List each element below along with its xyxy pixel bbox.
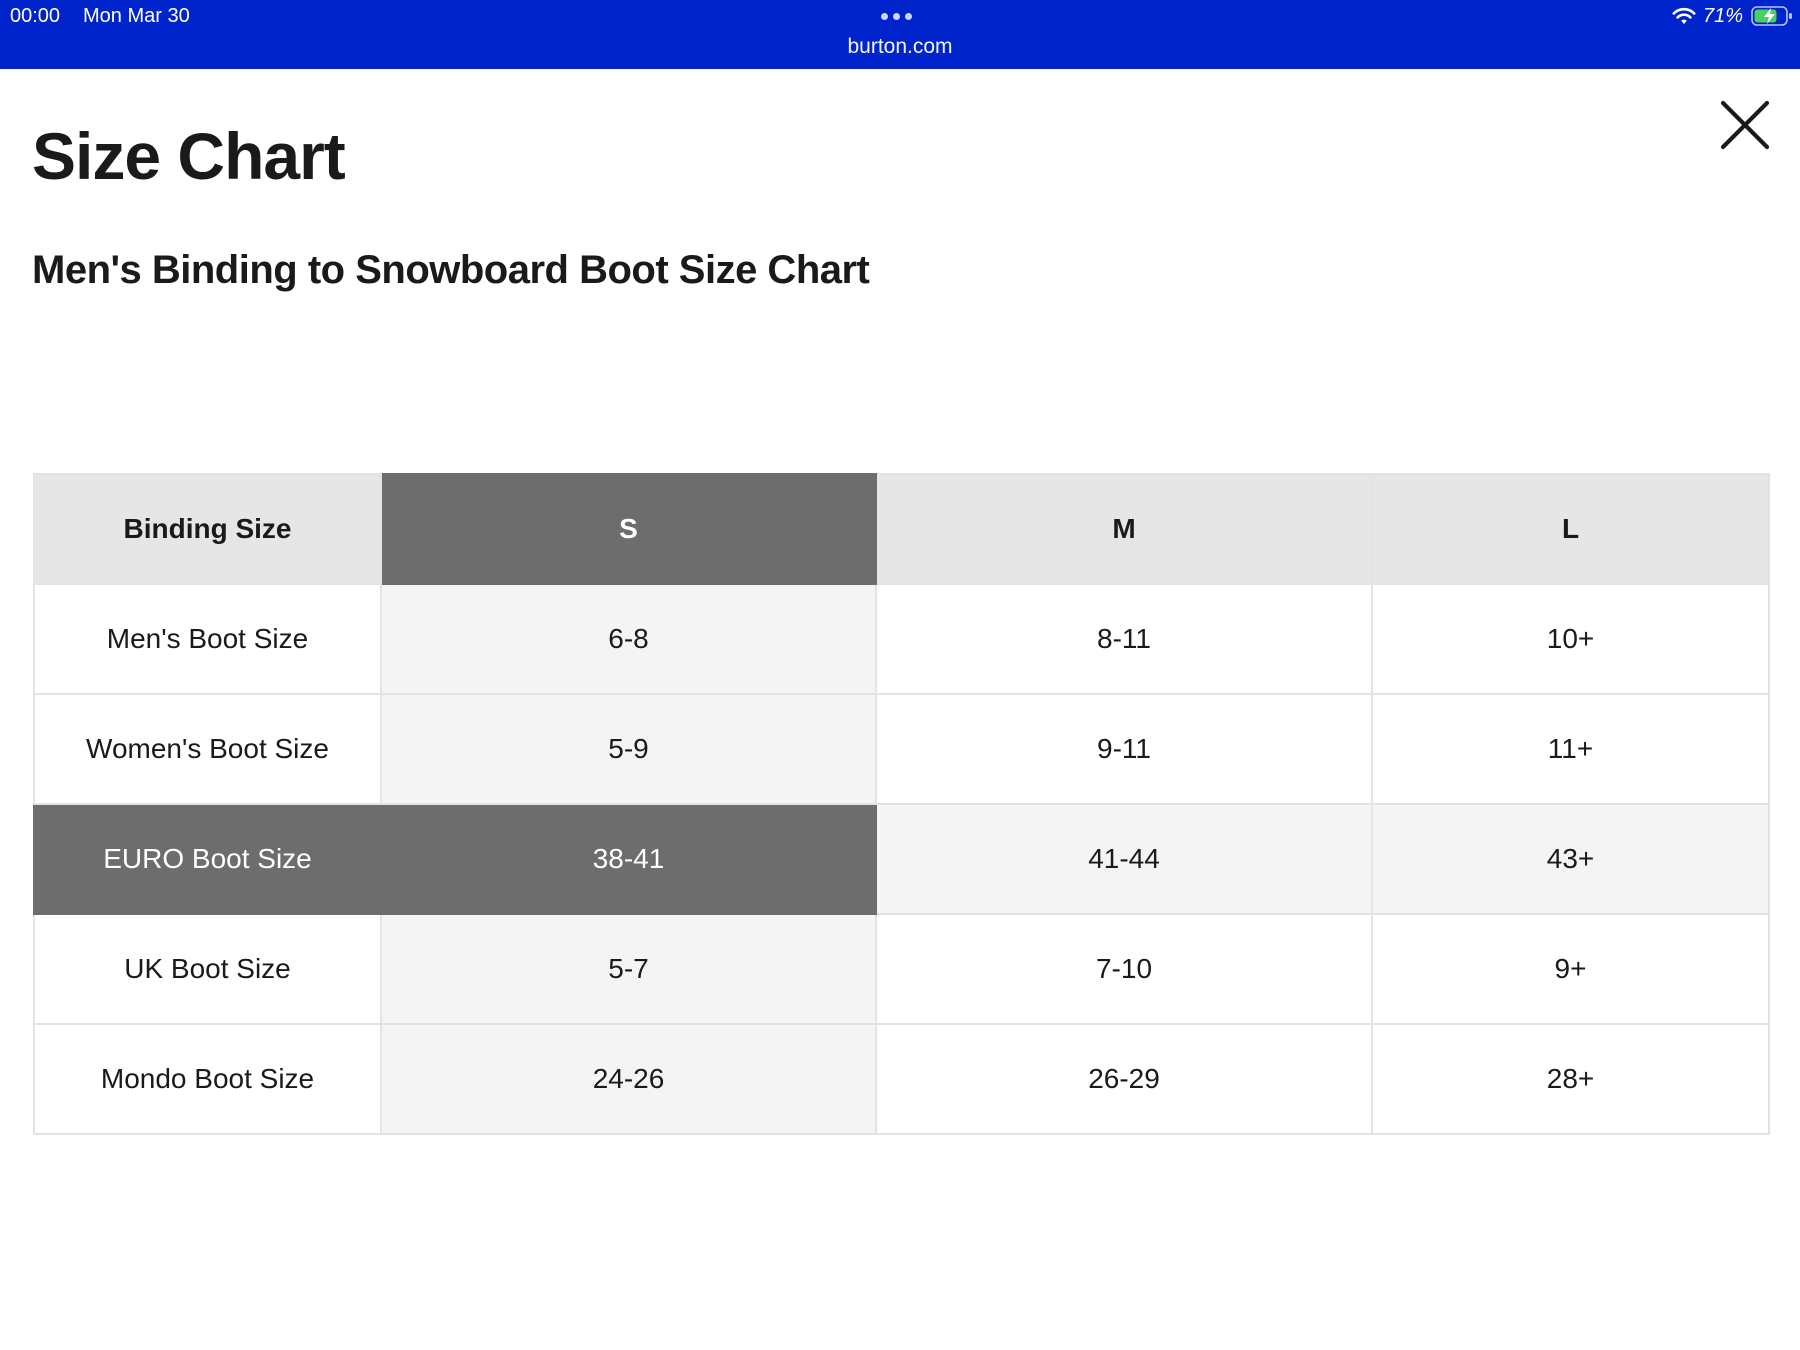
- table-cell: 7-10: [875, 913, 1373, 1025]
- close-icon[interactable]: [1718, 98, 1772, 152]
- table-cell: 9-11: [875, 693, 1373, 805]
- wifi-icon: [1672, 7, 1696, 24]
- row-label: Men's Boot Size: [33, 583, 382, 695]
- page-title: Size Chart: [32, 119, 346, 193]
- table-cell: 11+: [1371, 693, 1770, 805]
- table-cell: 24-26: [380, 1023, 877, 1135]
- status-date: Mon Mar 30: [83, 5, 190, 27]
- row-label: Mondo Boot Size: [33, 1023, 382, 1135]
- table-row: Mondo Boot Size 24-26 26-29 28+: [33, 1023, 1770, 1135]
- table-cell: 6-8: [380, 583, 877, 695]
- table-cell: 5-9: [380, 693, 877, 805]
- table-cell: 5-7: [380, 913, 877, 1025]
- table-cell: 38-41: [380, 803, 877, 915]
- table-row: EURO Boot Size 38-41 41-44 43+: [33, 803, 1770, 915]
- header-size-l[interactable]: L: [1371, 473, 1770, 585]
- more-dots-icon[interactable]: [881, 13, 912, 20]
- battery-percent: 71%: [1703, 5, 1744, 27]
- battery-charging-icon: [1751, 6, 1792, 26]
- table-cell: 10+: [1371, 583, 1770, 695]
- table-row: Men's Boot Size 6-8 8-11 10+: [33, 583, 1770, 695]
- table-header-row: Binding Size S M L: [33, 473, 1770, 585]
- status-bar: 00:00 Mon Mar 30 burton.com 71%: [0, 0, 1800, 69]
- chart-subtitle: Men's Binding to Snowboard Boot Size Cha…: [32, 248, 870, 292]
- header-size-m[interactable]: M: [875, 473, 1373, 585]
- header-size-s[interactable]: S: [380, 473, 877, 585]
- table-cell: 8-11: [875, 583, 1373, 695]
- table-row: UK Boot Size 5-7 7-10 9+: [33, 913, 1770, 1025]
- table-row: Women's Boot Size 5-9 9-11 11+: [33, 693, 1770, 805]
- row-label: UK Boot Size: [33, 913, 382, 1025]
- table-cell: 9+: [1371, 913, 1770, 1025]
- row-label: Women's Boot Size: [33, 693, 382, 805]
- table-cell: 43+: [1371, 803, 1770, 915]
- header-binding-size: Binding Size: [33, 473, 382, 585]
- table-cell: 26-29: [875, 1023, 1373, 1135]
- table-cell: 28+: [1371, 1023, 1770, 1135]
- table-cell: 41-44: [875, 803, 1373, 915]
- status-time: 00:00: [10, 5, 61, 27]
- row-label[interactable]: EURO Boot Size: [33, 803, 382, 915]
- url-label[interactable]: burton.com: [0, 35, 1800, 59]
- size-chart-table: Binding Size S M L Men's Boot Size 6-8 8…: [33, 473, 1770, 1135]
